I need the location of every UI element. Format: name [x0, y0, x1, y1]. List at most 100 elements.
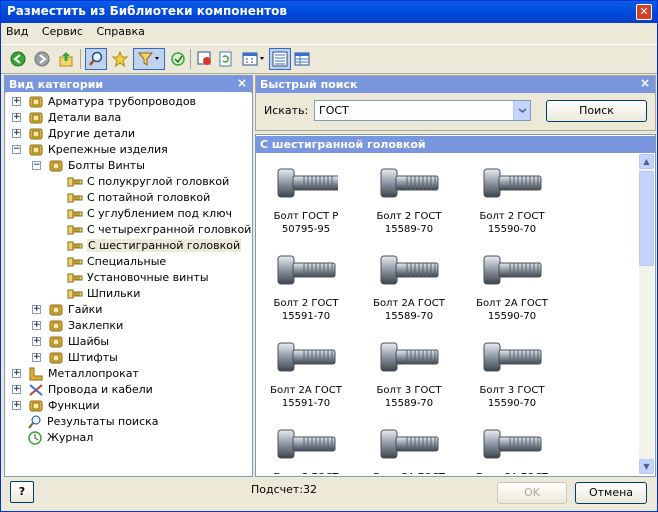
history-icon: [27, 431, 43, 445]
tree-item-label: Другие детали: [48, 127, 135, 140]
expand-icon[interactable]: +: [12, 385, 21, 394]
results-header: С шестигранной головкой: [256, 136, 655, 153]
special-bolt-icon: [67, 255, 83, 269]
bolt-socket-icon: [67, 207, 83, 221]
component-tile[interactable]: Болт ГОСТ Р 50795-95: [258, 160, 354, 236]
component-tile[interactable]: Болт 3 ГОСТ: [258, 421, 354, 474]
component-tile[interactable]: Болт 3А ГОСТ: [361, 421, 457, 474]
component-tile[interactable]: Болт 3 ГОСТ 15590-70: [464, 334, 560, 410]
tree-item-label: С четырехгранной головкой: [87, 223, 251, 236]
component-name: Болт 2 ГОСТ: [273, 298, 339, 309]
expand-icon[interactable]: +: [12, 97, 21, 106]
results-scrollbar[interactable]: ▲ ▼: [639, 154, 654, 474]
menu-help[interactable]: Справка: [91, 23, 149, 40]
view-grid-icon: [242, 52, 264, 66]
bolt-thumbnail-icon: [361, 160, 457, 206]
table-view-button[interactable]: [291, 48, 313, 70]
expand-icon[interactable]: +: [12, 401, 21, 410]
window-close-button[interactable]: ✕: [636, 4, 652, 20]
forward-button[interactable]: [31, 48, 53, 70]
component-name: Болт 3 ГОСТ: [258, 471, 354, 474]
tree-item-label: Крепежные изделия: [48, 143, 168, 156]
result-count: Подсчет:32: [251, 483, 318, 496]
category-tree: + Арматура трубопроводов + Детали вала + Друг…: [6, 92, 251, 475]
expand-icon[interactable]: +: [32, 321, 41, 330]
menu-view[interactable]: Вид: [1, 23, 33, 40]
tree-item-label: Заклепки: [68, 319, 124, 332]
search-toggle-button[interactable]: [85, 48, 107, 70]
expand-icon[interactable]: +: [32, 305, 41, 314]
search-input[interactable]: ГОСТ: [314, 100, 531, 121]
component-name: Болт 3 ГОСТ: [479, 385, 545, 396]
search-history-dropdown[interactable]: [513, 101, 530, 120]
component-tile[interactable]: Болт 3А ГОСТ: [464, 421, 560, 474]
toolbar: [1, 44, 657, 74]
up-level-button[interactable]: [55, 48, 77, 70]
component-library-window: Разместить из Библиотеки компонентов ✕ В…: [0, 0, 658, 512]
component-name: Болт 3 ГОСТ: [376, 385, 442, 396]
component-tile[interactable]: Болт 2 ГОСТ 15591-70: [258, 247, 354, 323]
bolt-thumbnail-icon: [464, 421, 560, 467]
bolts-screws-icon: [48, 159, 64, 173]
scroll-up-button[interactable]: ▲: [639, 154, 654, 169]
scroll-down-button[interactable]: ▼: [639, 459, 654, 474]
update-button[interactable]: [215, 48, 237, 70]
component-tile[interactable]: Болт 2 ГОСТ 15589-70: [361, 160, 457, 236]
place-component-button[interactable]: [194, 48, 216, 70]
scroll-thumb[interactable]: [639, 171, 654, 266]
bolt-thumbnail-icon: [258, 160, 354, 206]
expand-icon[interactable]: +: [12, 113, 21, 122]
ok-button[interactable]: OK: [497, 482, 567, 504]
expand-icon[interactable]: +: [32, 337, 41, 346]
component-standard: 15589-70: [384, 311, 434, 322]
menu-service[interactable]: Сервис: [37, 23, 88, 40]
features-icon: [28, 399, 44, 413]
collapse-icon[interactable]: −: [12, 145, 21, 154]
component-tile[interactable]: Болт 3 ГОСТ 15589-70: [361, 334, 457, 410]
component-name: Болт 3А ГОСТ: [464, 471, 560, 474]
expand-icon[interactable]: +: [32, 353, 41, 362]
component-standard: 15591-70: [281, 311, 331, 322]
component-name: Болт 2А ГОСТ: [270, 385, 342, 396]
back-button[interactable]: [7, 48, 29, 70]
cancel-button[interactable]: Отмена: [575, 482, 647, 504]
help-button[interactable]: ?: [10, 481, 34, 503]
tree-item-label: Металлопрокат: [48, 367, 139, 380]
view-mode-dropdown[interactable]: [239, 48, 269, 70]
component-name: Болт 2 ГОСТ: [479, 211, 545, 222]
tree-item-label: Функции: [48, 399, 100, 412]
search-input-value: ГОСТ: [319, 104, 349, 117]
bolt-thumbnail-icon: [464, 334, 560, 380]
up-folder-icon: [59, 52, 73, 67]
quick-search-close-button[interactable]: ×: [639, 77, 651, 90]
component-standard: 15589-70: [384, 224, 434, 235]
tree-item-label: Установочные винты: [87, 271, 209, 284]
cables-icon: [28, 383, 44, 397]
tree-item-label: Болты Винты: [68, 159, 145, 172]
expand-icon[interactable]: +: [12, 129, 21, 138]
component-tile[interactable]: Болт 2А ГОСТ 15591-70: [258, 334, 354, 410]
list-view-button[interactable]: [269, 48, 291, 70]
search-button[interactable]: Поиск: [546, 100, 647, 122]
component-tile[interactable]: Болт 2А ГОСТ 15589-70: [361, 247, 457, 323]
menu-bar: Вид Сервис Справка: [1, 23, 657, 42]
bolt-thumbnail-icon: [258, 421, 354, 467]
refresh-button[interactable]: [167, 48, 189, 70]
component-tile[interactable]: Болт 2А ГОСТ 15590-70: [464, 247, 560, 323]
filter-funnel-icon: [138, 52, 159, 66]
bolt-hex-head-icon: [67, 239, 83, 253]
component-standard: 50795-95: [281, 224, 331, 235]
tree-item-label: Арматура трубопроводов: [48, 95, 197, 108]
expand-icon[interactable]: +: [12, 369, 21, 378]
search-results-icon: [27, 415, 43, 429]
quick-search-header: Быстрый поиск ×: [256, 76, 655, 93]
component-tile[interactable]: Болт 2 ГОСТ 15590-70: [464, 160, 560, 236]
component-standard: 15590-70: [487, 398, 537, 409]
shaft-parts-icon: [28, 111, 44, 125]
component-standard: 15590-70: [487, 224, 537, 235]
favorites-button[interactable]: [109, 48, 131, 70]
collapse-icon[interactable]: −: [32, 161, 41, 170]
pipe-fittings-icon: [28, 95, 44, 109]
filter-dropdown-button[interactable]: [133, 48, 165, 70]
category-pane-close-button[interactable]: ×: [236, 77, 248, 90]
